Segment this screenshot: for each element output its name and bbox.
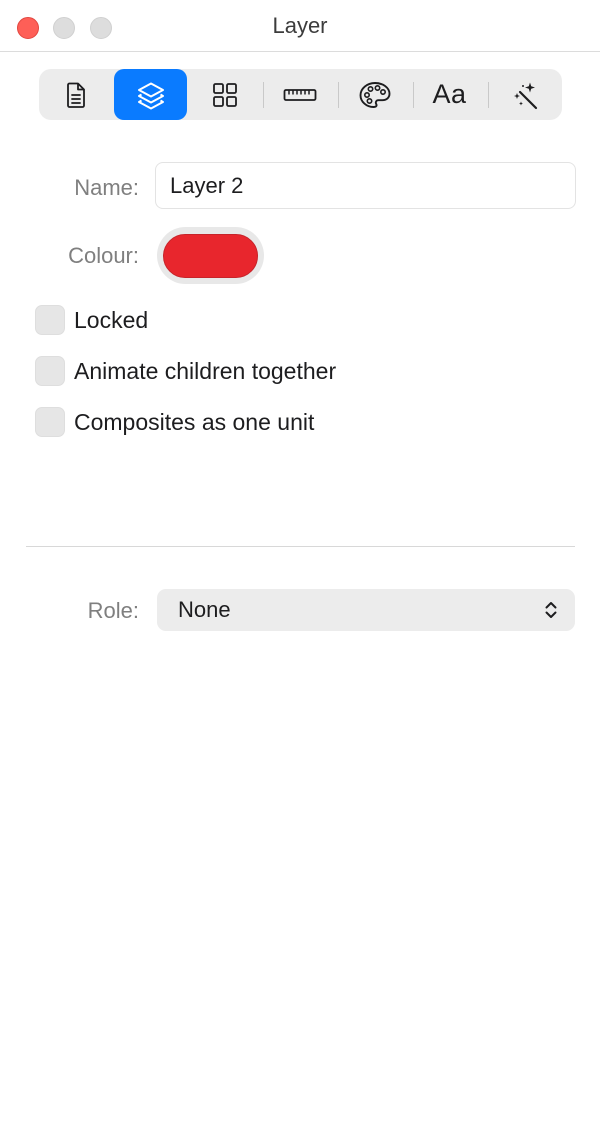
- option-animate-children[interactable]: Animate children together: [35, 356, 336, 386]
- role-select[interactable]: None: [157, 589, 575, 631]
- animate-children-checkbox[interactable]: [35, 356, 65, 386]
- tab-arrange[interactable]: [188, 69, 261, 120]
- tab-layer[interactable]: [114, 69, 187, 120]
- layers-icon: [137, 82, 164, 109]
- composites-label: Composites as one unit: [74, 408, 315, 435]
- document-icon: [66, 82, 85, 108]
- tab-fill[interactable]: [338, 69, 411, 120]
- ruler-icon: [283, 88, 316, 101]
- name-field[interactable]: Layer 2: [155, 162, 576, 209]
- inspector-toolbar: Aa: [39, 69, 562, 120]
- colour-label: Colour:: [68, 243, 139, 268]
- window-title: Layer: [272, 13, 328, 38]
- role-value: None: [178, 597, 231, 622]
- tab-document[interactable]: [39, 69, 112, 120]
- chevron-up-down-icon: [545, 602, 557, 618]
- locked-checkbox[interactable]: [35, 305, 65, 335]
- title-bar: Layer: [0, 0, 600, 52]
- magic-wand-icon: [513, 82, 537, 109]
- option-composites[interactable]: Composites as one unit: [35, 407, 314, 437]
- animate-children-label: Animate children together: [74, 357, 337, 384]
- colour-swatch: [163, 233, 258, 278]
- tab-effects[interactable]: [488, 69, 561, 120]
- palette-icon: [359, 81, 390, 108]
- tab-metrics[interactable]: [263, 69, 336, 120]
- locked-label: Locked: [74, 306, 149, 333]
- option-locked[interactable]: Locked: [35, 305, 148, 335]
- text-style-icon: Aa: [432, 79, 467, 109]
- colour-well[interactable]: [157, 227, 264, 284]
- grid-icon: [212, 82, 237, 107]
- tab-text[interactable]: Aa: [413, 69, 486, 120]
- name-label: Name:: [74, 175, 139, 200]
- role-label: Role:: [87, 598, 139, 623]
- section-divider: [26, 546, 575, 547]
- composites-checkbox[interactable]: [35, 407, 65, 437]
